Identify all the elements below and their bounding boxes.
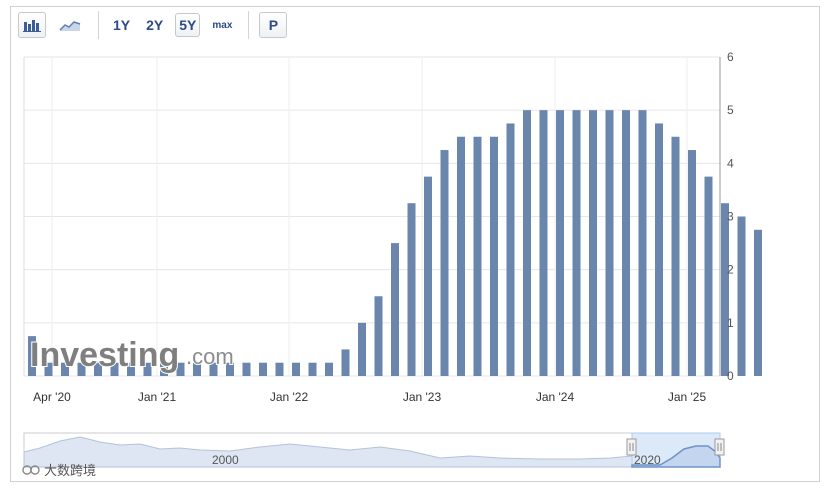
x-tick-label: Jan '25 [668,390,707,404]
bar [721,203,729,376]
bar [374,296,383,376]
bar [704,176,713,376]
bar [589,110,597,377]
logo-suffix: .com [186,344,234,369]
watermark-logo-icon [22,464,40,475]
logo-word: Investing [30,336,179,374]
bar [638,110,647,377]
bar [358,322,366,376]
bar [737,216,746,376]
x-axis-ticks: Apr '20 Jan '21 Jan '22 Jan '23 Jan '24 Jan '… [33,390,706,404]
bar [473,136,482,376]
corner-watermark: 大数跨境 [22,460,96,479]
bar [457,136,465,376]
bar [292,362,300,376]
bar [440,150,449,376]
navigator-left-handle[interactable] [626,438,637,456]
bar [622,110,630,377]
bar [391,243,399,376]
y-tick-label: 6 [727,50,734,64]
bar [424,176,432,376]
bar [325,362,333,376]
bar [655,123,663,376]
y-tick-label: 4 [727,156,734,170]
x-tick-label: Jan '23 [403,390,442,404]
bar [275,362,284,376]
investing-logo: Investing .com [29,335,235,375]
bar [556,110,564,377]
bar [671,136,680,376]
y-tick-label: 3 [727,210,734,224]
y-tick-label: 0 [727,369,734,383]
y-tick-label: 5 [727,103,734,117]
x-tick-label: Apr '20 [33,390,71,404]
bar [572,110,581,377]
bar [490,136,498,376]
bar [539,110,548,377]
bar [242,362,251,376]
bar [754,229,762,376]
bar [688,150,696,376]
bar [308,362,317,376]
x-tick-label: Jan '22 [270,390,309,404]
navigator-right-handle[interactable] [714,438,725,456]
bar [523,110,531,377]
bar [407,203,416,376]
bar [605,110,614,377]
chart-grid [23,56,721,377]
watermark-text: 大数跨境 [44,463,97,478]
bar [506,123,515,376]
x-tick-label: Jan '21 [138,390,177,404]
navigator-label-2020: 2020 [634,453,661,467]
navigator-label-2000: 2000 [212,453,239,467]
chart-area: Investing .com 0 1 2 3 4 5 6 Apr '20 Jan '21 Jan… [23,50,762,468]
bar [259,362,267,376]
y-tick-label: 1 [727,316,734,330]
x-tick-label: Jan '24 [536,390,575,404]
bar [341,349,350,376]
y-tick-label: 2 [727,263,734,277]
navigator[interactable]: 2000 2020 [23,432,725,468]
